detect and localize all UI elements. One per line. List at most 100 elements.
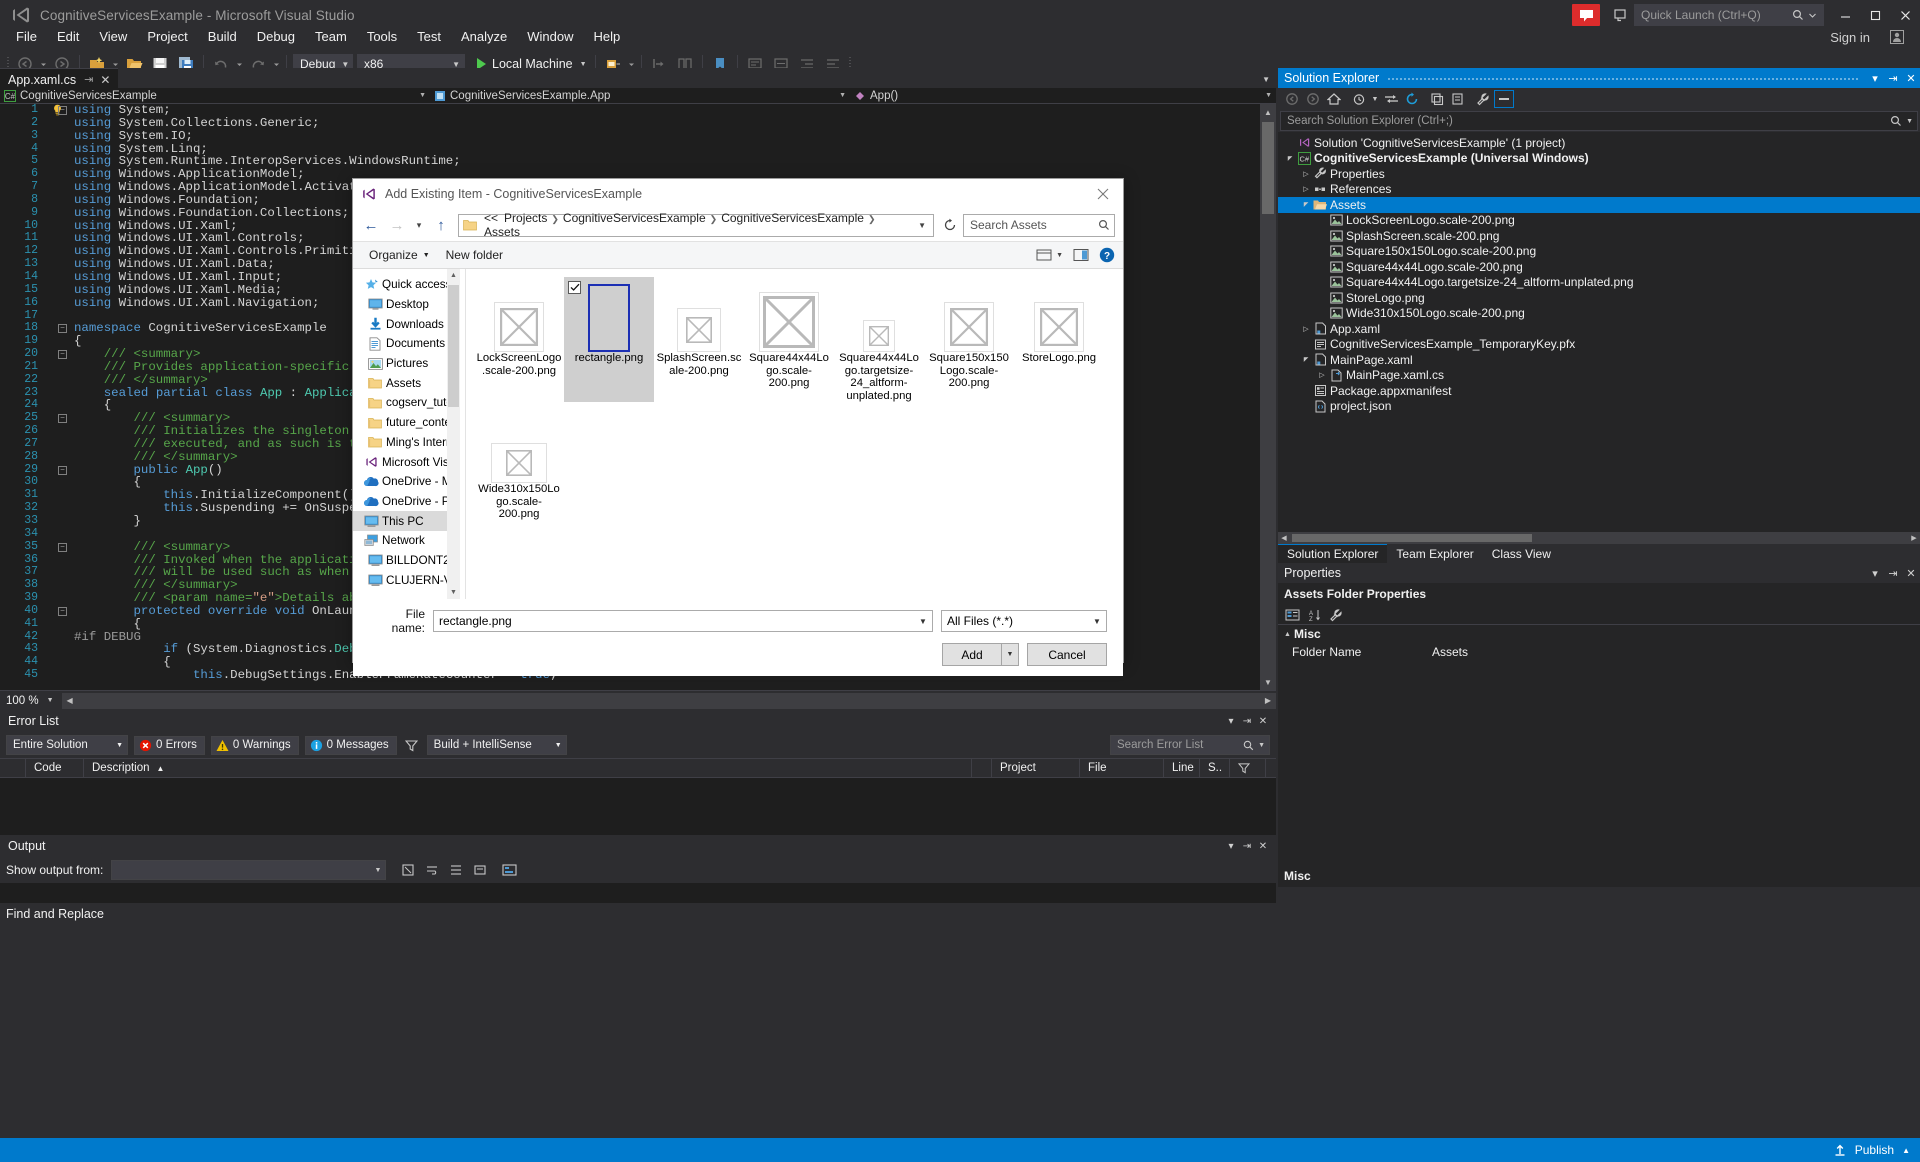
editor-gutter[interactable]	[48, 618, 74, 631]
editor-gutter[interactable]	[48, 643, 74, 656]
editor-gutter[interactable]	[48, 130, 74, 143]
scroll-up-icon[interactable]: ▲	[1260, 104, 1276, 120]
nav-pane-item[interactable]: CLUJERN-VM2	[353, 570, 460, 590]
dock-tab-solution-explorer[interactable]: Solution Explorer	[1278, 544, 1388, 563]
collapse-all-icon[interactable]	[1427, 90, 1447, 108]
scrollbar-thumb[interactable]	[448, 285, 459, 407]
editor-gutter[interactable]: −	[48, 541, 74, 554]
pin-icon[interactable]: ⇥	[1884, 72, 1902, 85]
error-list-column-header[interactable]: Description ▲	[84, 758, 972, 778]
editor-gutter[interactable]	[48, 194, 74, 207]
error-list-column-header[interactable]: Line	[1164, 758, 1200, 778]
editor-gutter[interactable]	[48, 168, 74, 181]
file-tile[interactable]: Square44x44Logo.targetsize-24_altform-un…	[834, 277, 924, 402]
solution-tree-item[interactable]: ◢ Assets	[1278, 197, 1920, 213]
menu-item-build[interactable]: Build	[198, 26, 247, 48]
errors-filter-button[interactable]: 0 Errors	[134, 735, 205, 755]
scroll-up-icon[interactable]: ▲	[447, 269, 460, 282]
forward-button[interactable]: →	[385, 213, 409, 237]
error-list-column-header[interactable]	[0, 758, 26, 778]
property-row[interactable]: Folder Name Assets	[1278, 643, 1920, 660]
file-tile[interactable]: StoreLogo.png	[1014, 277, 1104, 402]
nav-pane-item[interactable]: OneDrive - Micros	[353, 472, 460, 492]
cancel-button[interactable]: Cancel	[1027, 643, 1107, 666]
properties-grid[interactable]: ▲ Misc Folder Name Assets	[1278, 625, 1920, 865]
editor-gutter[interactable]	[48, 528, 74, 541]
filter-icon[interactable]	[403, 737, 421, 753]
breadcrumb-segment[interactable]: CognitiveServicesExample	[718, 211, 867, 225]
editor-gutter[interactable]	[48, 451, 74, 464]
expander-open-icon[interactable]: ▲	[1284, 631, 1294, 638]
categorized-icon[interactable]	[1282, 606, 1302, 624]
solution-tree-item[interactable]: Wide310x150Logo.scale-200.png	[1278, 306, 1920, 322]
editor-gutter[interactable]	[48, 656, 74, 669]
chevron-down-icon[interactable]: ▼	[1262, 75, 1270, 84]
nav-pane-item[interactable]: Microsoft Visual S	[353, 452, 460, 472]
solution-tree-item[interactable]: Square150x150Logo.scale-200.png	[1278, 244, 1920, 260]
editor-gutter[interactable]: −	[48, 322, 74, 335]
show-preview-pane-button[interactable]	[1073, 248, 1089, 262]
help-button[interactable]: ?	[1099, 247, 1115, 263]
error-list-search-input[interactable]: Search Error List ▼	[1110, 735, 1270, 755]
alphabetical-icon[interactable]: AZ	[1304, 606, 1324, 624]
error-list-column-header[interactable]: Project	[992, 758, 1080, 778]
expander-closed-icon[interactable]: ▷	[1300, 185, 1312, 193]
editor-horizontal-scrollbar[interactable]: ◀ ▶	[61, 692, 1276, 709]
file-list-pane[interactable]: LockScreenLogo.scale-200.png rectangle.pn…	[465, 269, 1123, 599]
editor-gutter[interactable]	[48, 631, 74, 644]
editor-gutter[interactable]	[48, 220, 74, 233]
solution-tree-item[interactable]: project.json	[1278, 399, 1920, 415]
file-checkbox[interactable]	[568, 281, 581, 294]
nav-pane-item[interactable]: OneDrive - Person	[353, 492, 460, 512]
go-to-message-icon[interactable]	[470, 862, 490, 878]
expander-closed-icon[interactable]: ▷	[1316, 371, 1328, 379]
editor-gutter[interactable]	[48, 207, 74, 220]
solution-tree-item[interactable]: ▷ References	[1278, 182, 1920, 198]
recent-locations-button[interactable]: ▾	[411, 213, 427, 237]
error-list-column-header[interactable]: S..	[1200, 758, 1230, 778]
editor-gutter[interactable]	[48, 143, 74, 156]
show-all-files-icon[interactable]	[1448, 90, 1468, 108]
editor-gutter[interactable]	[48, 502, 74, 515]
editor-vertical-scrollbar[interactable]: ▲ ▼	[1260, 104, 1276, 690]
editor-gutter[interactable]	[48, 669, 74, 682]
editor-gutter[interactable]	[48, 438, 74, 451]
file-tile[interactable]: LockScreenLogo.scale-200.png	[474, 277, 564, 402]
nav-pane-scrollbar[interactable]: ▲ ▼	[447, 269, 460, 599]
add-dropdown-icon[interactable]: ▼	[1002, 643, 1019, 666]
editor-gutter[interactable]	[48, 232, 74, 245]
solution-tree-item[interactable]: Package.appxmanifest	[1278, 383, 1920, 399]
back-button[interactable]: ←	[359, 213, 383, 237]
solution-tree-item[interactable]: ▷ App.xaml	[1278, 321, 1920, 337]
notifications-icon[interactable]	[1608, 3, 1634, 27]
chevron-down-icon[interactable]: ▾	[1224, 713, 1238, 729]
editor-gutter[interactable]	[48, 476, 74, 489]
clear-all-icon[interactable]	[398, 862, 418, 878]
file-tile[interactable]: SplashScreen.scale-200.png	[654, 277, 744, 402]
menu-item-edit[interactable]: Edit	[47, 26, 89, 48]
warnings-filter-button[interactable]: 0 Warnings	[210, 735, 299, 755]
change-view-button[interactable]: ▼	[1036, 248, 1063, 262]
scroll-right-icon[interactable]: ▶	[1260, 693, 1276, 709]
solution-tree-item[interactable]: ◢ MainPage.xaml	[1278, 352, 1920, 368]
address-dropdown-icon[interactable]: ▼	[913, 221, 931, 230]
expander-open-icon[interactable]: ◢	[1300, 356, 1312, 363]
output-settings-icon[interactable]	[498, 862, 520, 878]
nav-pane-item[interactable]: Assets	[353, 373, 460, 393]
editor-gutter[interactable]	[48, 579, 74, 592]
add-button[interactable]: Add	[942, 643, 1002, 666]
toggle-wordwrap-icon[interactable]	[422, 862, 442, 878]
editor-gutter[interactable]: −	[48, 605, 74, 618]
account-icon[interactable]	[1882, 22, 1912, 52]
dialog-search-input[interactable]: Search Assets	[963, 213, 1115, 237]
solution-explorer-search-input[interactable]: Search Solution Explorer (Ctrl+;) ▼	[1280, 111, 1918, 131]
pin-icon[interactable]: ⇥	[1884, 567, 1902, 580]
preview-selected-items-icon[interactable]	[1494, 90, 1514, 108]
address-breadcrumb[interactable]: << Projects ❯ CognitiveServicesExample ❯ Cogn…	[458, 211, 934, 239]
chevron-down-icon[interactable]: ▾	[1866, 72, 1884, 85]
output-text-area[interactable]	[0, 883, 1276, 903]
sign-in-link[interactable]: Sign in	[1830, 30, 1870, 45]
solution-tree-item[interactable]: CognitiveServicesExample_TemporaryKey.pf…	[1278, 337, 1920, 353]
chevron-down-icon[interactable]: ▼	[914, 617, 932, 626]
solution-tree-item[interactable]: StoreLogo.png	[1278, 290, 1920, 306]
